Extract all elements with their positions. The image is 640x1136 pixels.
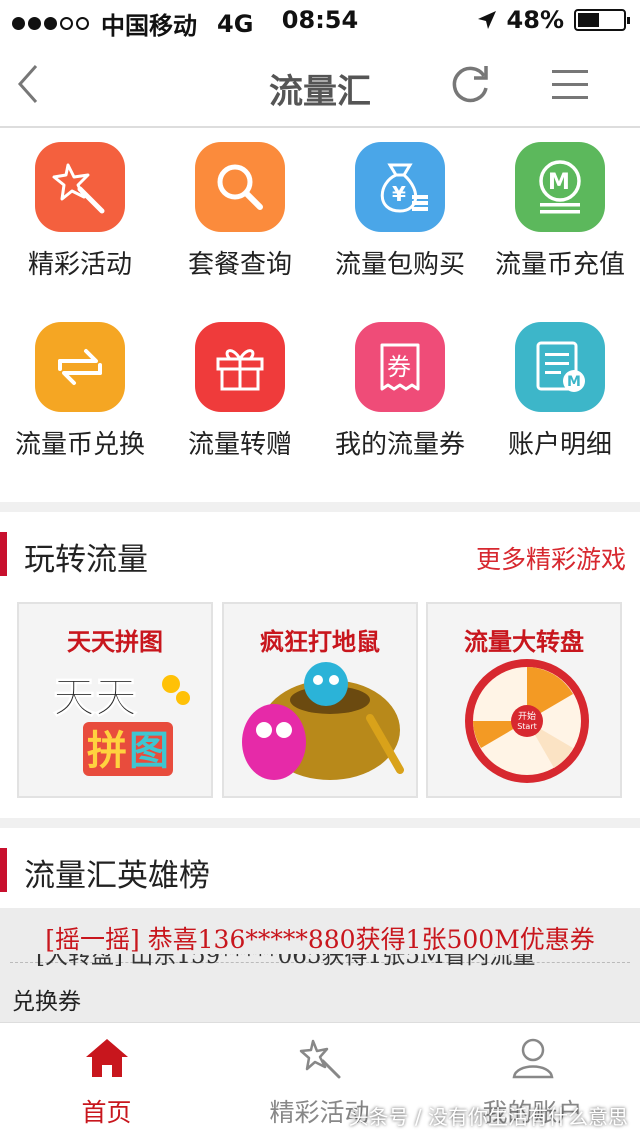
section-accent-bar — [0, 848, 7, 892]
exchange-arrows-icon — [35, 322, 125, 412]
games-row: 天天拼图 天天 拼 图 疯狂打地鼠 流量大转盘 开始 Start — [0, 602, 640, 800]
whack-mole-art — [242, 662, 404, 780]
heroes-section-header: 流量汇英雄榜 — [0, 836, 640, 900]
grid-label: 流量币充值 — [494, 250, 625, 280]
nav-bar: 流量汇 — [0, 40, 640, 128]
grid-item-account-detail[interactable]: M 账户明细 — [480, 310, 640, 480]
svg-text:¥: ¥ — [392, 182, 406, 206]
grid-label: 账户明细 — [507, 430, 612, 460]
game-title: 流量大转盘 — [464, 628, 584, 656]
svg-text:M: M — [548, 170, 570, 195]
section-title: 流量汇英雄榜 — [24, 858, 210, 894]
grid-item-transfer[interactable]: 流量转赠 — [160, 310, 320, 480]
battery-percent: 48% — [506, 6, 564, 34]
game-card-whack-mole[interactable]: 疯狂打地鼠 — [222, 602, 418, 798]
status-right: 48% — [477, 6, 630, 34]
location-arrow-icon — [477, 11, 496, 29]
watermark-text: 头条号 / 没有你生活有什么意思 — [348, 1105, 628, 1129]
puzzle-art: 天天 拼 图 — [53, 673, 190, 776]
wheel-start-label: 开始 — [518, 710, 536, 722]
section-accent-bar — [0, 532, 7, 576]
status-bar: 中国移动 4G 08:54 48% — [0, 0, 640, 40]
grid-item-my-coupons[interactable]: 券 我的流量券 — [320, 310, 480, 480]
money-bag-icon: ¥ — [355, 142, 445, 232]
account-bill-icon: M — [515, 322, 605, 412]
search-icon — [195, 142, 285, 232]
tab-label: 首页 — [81, 1098, 132, 1127]
grid-label: 流量转赠 — [187, 430, 292, 460]
user-icon — [512, 1038, 554, 1079]
grid-item-coin-exchange[interactable]: 流量币兑换 — [0, 310, 160, 480]
winners-ticker: [摇一摇] 恭喜136*****880获得1张500M优惠券 [大转盘] 山东1… — [0, 908, 640, 1022]
section-divider — [0, 502, 640, 512]
grid-label: 精彩活动 — [27, 250, 132, 280]
ticker-line: [摇一摇] 恭喜136*****880获得1张500M优惠券 — [45, 925, 595, 954]
svg-text:拼: 拼 — [87, 728, 127, 774]
game-title: 疯狂打地鼠 — [260, 628, 380, 656]
grid-label: 流量币兑换 — [14, 430, 145, 460]
battery-icon — [574, 9, 630, 31]
page-title: 流量汇 — [269, 72, 371, 112]
magic-wand-icon — [299, 1039, 341, 1079]
more-games-link[interactable]: 更多精彩游戏 — [476, 540, 626, 576]
svg-text:天天: 天天 — [53, 673, 137, 722]
svg-text:券: 券 — [387, 353, 411, 381]
game-card-puzzle[interactable]: 天天拼图 天天 拼 图 — [17, 602, 213, 798]
refresh-icon[interactable] — [448, 62, 492, 106]
bottom-tab-bar: 首页 精彩活动 我的账户 头条号 / 没有你生活有什么意思 — [0, 1022, 640, 1136]
wheel-art: 开始 Start — [465, 659, 589, 783]
tab-home[interactable]: 首页 — [0, 1023, 213, 1136]
grid-item-buy-package[interactable]: ¥ 流量包购买 — [320, 130, 480, 300]
play-section-header: 玩转流量 更多精彩游戏 — [0, 520, 640, 584]
svg-text:图: 图 — [129, 728, 169, 774]
magic-wand-icon — [35, 142, 125, 232]
grid-label: 我的流量券 — [334, 430, 465, 460]
svg-text:M: M — [567, 374, 581, 390]
ticker-line: [大转盘] 山东159*****065获得1张5M省内流量 — [36, 954, 536, 969]
section-divider — [0, 818, 640, 828]
grid-item-plan-query[interactable]: 套餐查询 — [160, 130, 320, 300]
ticker-line: 兑换券 — [12, 989, 81, 1015]
coin-m-icon: M — [515, 142, 605, 232]
section-title: 玩转流量 — [24, 542, 148, 578]
grid-label: 流量包购买 — [334, 250, 465, 280]
grid-item-coin-recharge[interactable]: M 流量币充值 — [480, 130, 640, 300]
gift-icon — [195, 322, 285, 412]
hamburger-menu-icon[interactable] — [550, 66, 590, 102]
grid-item-activities[interactable]: 精彩活动 — [0, 130, 160, 300]
coupon-icon: 券 — [355, 322, 445, 412]
game-card-wheel[interactable]: 流量大转盘 开始 Start — [426, 602, 622, 798]
grid-label: 套餐查询 — [187, 250, 292, 280]
home-icon — [86, 1039, 128, 1077]
function-grid: 精彩活动 套餐查询 ¥ 流量包购买 M 流量币充值 流量币兑换 流量转赠 券 我 — [0, 130, 640, 502]
wheel-start-label-en: Start — [517, 722, 537, 731]
game-title: 天天拼图 — [67, 628, 163, 656]
